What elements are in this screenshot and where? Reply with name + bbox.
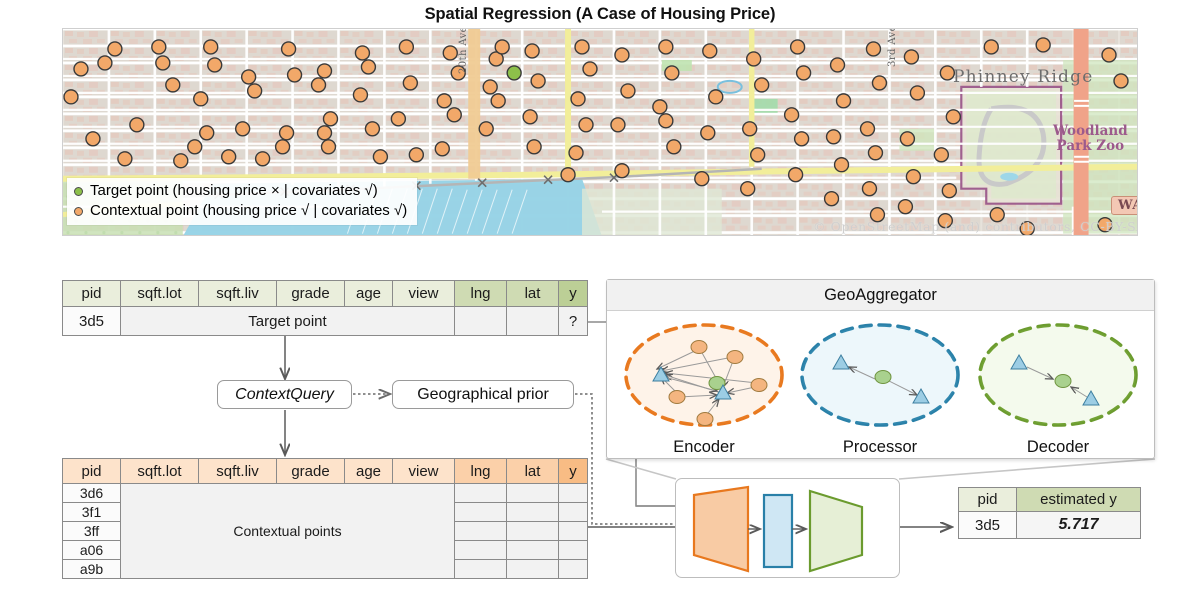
processor-rectangle: [762, 493, 794, 569]
table-header-row: pid estimated y: [958, 487, 1141, 512]
cell-y: [558, 502, 588, 522]
cell-y: [558, 483, 588, 503]
col-age: age: [344, 458, 393, 484]
cell-lng: [454, 559, 507, 579]
cell-lat: [506, 483, 559, 503]
processor-graph: [800, 323, 960, 427]
table-row: 3d6 Contextual points: [62, 483, 588, 579]
contextual-points-table: pid sqft.lot sqft.liv grade age view lng…: [62, 458, 588, 579]
legend-label-contextual: Contextual point (housing price √ | cova…: [90, 202, 408, 219]
col-view: view: [392, 280, 455, 307]
geographical-prior-label: Geographical prior: [417, 385, 549, 403]
model-shapes: [692, 485, 864, 573]
processor-caption: Processor: [842, 438, 918, 456]
cell-pid: 3ff: [62, 521, 121, 541]
target-point-marker-icon: [74, 186, 83, 196]
cell-lat: [506, 540, 559, 560]
cell-caption: Contextual points: [120, 483, 455, 579]
col-pid: pid: [958, 487, 1017, 512]
cell-unknown-y: ?: [558, 306, 588, 336]
context-query-label: ContextQuery: [235, 385, 334, 403]
col-pid: pid: [62, 280, 121, 307]
cell-pid: 3d5: [62, 306, 121, 336]
col-lng: lng: [454, 458, 507, 484]
col-sqft-liv: sqft.liv: [198, 280, 277, 307]
legend-label-target: Target point (housing price × | covariat…: [90, 182, 378, 199]
encoder-trapezoid: [692, 485, 750, 573]
col-age: age: [344, 280, 393, 307]
cell-lat: [506, 306, 559, 336]
cell-estimated-y: 5.717: [1016, 511, 1141, 539]
cell-pid: a9b: [62, 559, 121, 579]
target-points-layer: [506, 65, 522, 81]
cell-lng: [454, 306, 507, 336]
cell-caption: Target point: [120, 306, 455, 336]
col-lng: lng: [454, 280, 507, 307]
cell-pid: 3d5: [958, 511, 1017, 539]
geoaggregator-module-decoder: Decoder: [975, 317, 1141, 459]
geoaggregator-panel: GeoAggregator Encoder Processor Decoder: [606, 279, 1155, 459]
table-row: 3d5 5.717: [958, 511, 1141, 539]
cell-lng: [454, 540, 507, 560]
geoaggregator-title: GeoAggregator: [607, 280, 1154, 311]
table-header-row: pid sqft.lot sqft.liv grade age view lng…: [62, 280, 588, 307]
model-block: [675, 478, 900, 578]
context-query-box[interactable]: ContextQuery: [217, 380, 352, 409]
geoaggregator-module-processor: Processor: [797, 317, 963, 459]
cell-pid: 3d6: [62, 483, 121, 503]
col-view: view: [392, 458, 455, 484]
table-row: 3d5 Target point ?: [62, 306, 588, 336]
map-legend: Target point (housing price × | covariat…: [67, 178, 418, 225]
legend-item-target: Target point (housing price × | covariat…: [74, 181, 407, 201]
cell-y: [558, 540, 588, 560]
cell-lng: [454, 521, 507, 541]
col-y: y: [558, 280, 588, 307]
col-estimated-y: estimated y: [1016, 487, 1141, 512]
col-sqft-liv: sqft.liv: [198, 458, 277, 484]
table-header-row: pid sqft.lot sqft.liv grade age view lng…: [62, 458, 588, 484]
cell-pid: a06: [62, 540, 121, 560]
col-lat: lat: [506, 280, 559, 307]
cell-pid: 3f1: [62, 502, 121, 522]
output-table: pid estimated y 3d5 5.717: [958, 487, 1141, 539]
geoaggregator-body: Encoder Processor Decoder: [607, 311, 1154, 459]
cell-lng: [454, 483, 507, 503]
col-pid: pid: [62, 458, 121, 484]
geoaggregator-module-encoder: Encoder: [621, 317, 787, 459]
contextual-point-marker-icon: [74, 206, 83, 216]
col-grade: grade: [276, 458, 345, 484]
col-lat: lat: [506, 458, 559, 484]
page-title: Spatial Regression (A Case of Housing Pr…: [424, 5, 776, 23]
decoder-trapezoid: [808, 489, 864, 573]
figure-root: Spatial Regression (A Case of Housing Pr…: [0, 0, 1200, 600]
encoder-graph: [624, 323, 784, 427]
col-y: y: [558, 458, 588, 484]
map-panel[interactable]: Phinney Ridge Woodland Park Zoo 20th Ave…: [62, 28, 1138, 236]
cell-y: [558, 521, 588, 541]
cell-lat: [506, 502, 559, 522]
decoder-caption: Decoder: [1026, 438, 1090, 456]
target-point-table: pid sqft.lot sqft.liv grade age view lng…: [62, 280, 588, 336]
cell-lng: [454, 502, 507, 522]
geographical-prior-box[interactable]: Geographical prior: [392, 380, 574, 409]
col-sqft-lot: sqft.lot: [120, 280, 199, 307]
encoder-caption: Encoder: [673, 438, 735, 456]
cell-y: [558, 559, 588, 579]
cell-lat: [506, 521, 559, 541]
col-sqft-lot: sqft.lot: [120, 458, 199, 484]
legend-item-contextual: Contextual point (housing price √ | cova…: [74, 201, 407, 221]
decoder-graph: [978, 323, 1138, 427]
col-grade: grade: [276, 280, 345, 307]
cell-lat: [506, 559, 559, 579]
